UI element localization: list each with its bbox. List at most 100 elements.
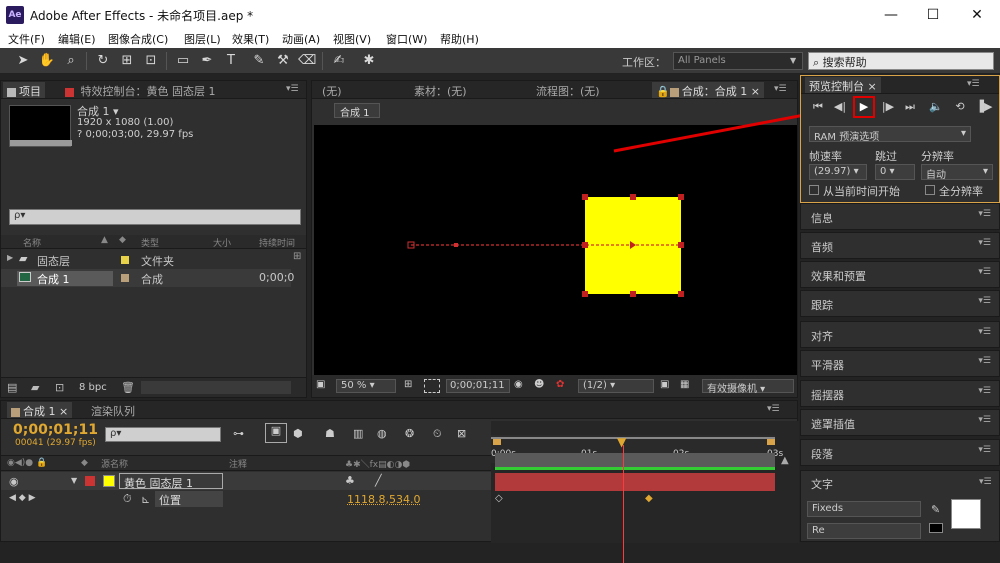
fast-previews-icon[interactable]: ▣	[660, 379, 669, 390]
tab-footage[interactable]: 素材：(无)	[410, 82, 471, 98]
camera-select[interactable]: 有效摄像机 ▾	[702, 379, 794, 393]
col-name[interactable]: 名称	[23, 236, 41, 249]
eraser-tool-icon[interactable]: ⌫	[298, 52, 316, 70]
panel-menu-icon[interactable]: ▾☰	[978, 327, 991, 337]
hide-shy-layers-icon[interactable]: ☗	[325, 427, 335, 440]
zoom-tool-icon[interactable]: ⌕	[62, 52, 80, 70]
menu-window[interactable]: 窗口(W)	[386, 31, 427, 47]
resolution-select[interactable]: (1/2) ▾	[578, 379, 654, 393]
text-tool-icon[interactable]: T	[222, 52, 240, 70]
quality-switch-icon[interactable]: ╱	[375, 474, 382, 487]
transparency-grid-icon[interactable]: ▦	[680, 379, 689, 390]
black-swatch[interactable]	[929, 523, 943, 533]
timeline-search-input[interactable]: ρ▾	[105, 427, 221, 442]
current-time-field[interactable]: 0;00;01;11	[446, 379, 510, 393]
transform-handle[interactable]	[678, 194, 684, 200]
col-duration[interactable]: 持续时间	[259, 236, 295, 249]
show-snapshot-icon[interactable]: ☻	[534, 379, 544, 390]
panel-menu-icon[interactable]: ▾☰	[978, 267, 991, 277]
audio-icon[interactable]: 🔈	[927, 98, 945, 116]
pan-behind-tool-icon[interactable]: ⊡	[142, 52, 160, 70]
info-panel[interactable]: 信息 ▾☰	[800, 203, 1000, 230]
project-search-input[interactable]: ρ▾	[9, 209, 301, 225]
mask-tool-icon[interactable]: ▭	[174, 52, 192, 70]
transform-handle[interactable]	[582, 291, 588, 297]
transform-handle[interactable]	[678, 242, 684, 248]
previous-frame-icon[interactable]: ◀|	[831, 98, 849, 116]
property-name[interactable]: 位置	[155, 491, 223, 507]
tab-effect-controls[interactable]: 特效控制台：黄色 固态层 1	[61, 82, 220, 98]
first-frame-icon[interactable]: ⏮	[809, 98, 827, 116]
current-time-indicator[interactable]	[623, 445, 624, 563]
panel-menu-icon[interactable]: ▾☰	[978, 238, 991, 248]
panel-menu-icon[interactable]: ▾☰	[978, 296, 991, 306]
fill-color-swatch[interactable]	[951, 499, 981, 529]
layer-duration-bar[interactable]	[495, 473, 775, 491]
menu-help[interactable]: 帮助(H)	[440, 31, 479, 47]
paragraph-panel[interactable]: 段落 ▾☰	[800, 439, 1000, 466]
loop-icon[interactable]: ⟲	[951, 98, 969, 116]
audio-panel[interactable]: 音频 ▾☰	[800, 232, 1000, 259]
panel-menu-icon[interactable]: ▾☰	[978, 415, 991, 425]
ram-preview-options-select[interactable]: RAM 预演选项 ▾	[809, 126, 971, 142]
live-update-icon[interactable]: ▣	[265, 423, 287, 443]
region-of-interest-icon[interactable]	[424, 379, 440, 393]
tab-render-queue[interactable]: 渲染队列	[87, 402, 139, 418]
tracker-panel[interactable]: 跟踪 ▾☰	[800, 290, 1000, 317]
search-help-field[interactable]: ⌕ 搜索帮助	[808, 52, 994, 70]
snapshot-icon[interactable]: ◉	[514, 379, 523, 390]
zoom-select[interactable]: 50 % ▾	[336, 379, 396, 393]
graph-editor-icon[interactable]: ⊠	[457, 427, 466, 440]
keyframe-marker[interactable]: ◆	[645, 493, 653, 504]
menu-edit[interactable]: 编辑(E)	[58, 31, 96, 47]
visibility-eye-icon[interactable]: ◉	[9, 475, 19, 488]
col-size[interactable]: 大小	[213, 236, 231, 249]
brush-tool-icon[interactable]: ✎	[250, 52, 268, 70]
bit-depth[interactable]: 8 bpc	[79, 382, 107, 393]
selection-tool-icon[interactable]: ➤	[14, 52, 32, 70]
panel-menu-icon[interactable]: ▾☰	[286, 84, 299, 94]
col-comment[interactable]: 注释	[229, 457, 247, 470]
from-current-checkbox[interactable]	[809, 185, 819, 195]
panel-menu-icon[interactable]: ▾☰	[967, 79, 980, 89]
play-button-icon[interactable]: ▶	[853, 96, 875, 118]
panel-menu-icon[interactable]: ▾☰	[978, 356, 991, 366]
close-button[interactable]: ✕	[966, 4, 988, 26]
transform-handle[interactable]	[630, 194, 636, 200]
eyedropper-icon[interactable]: ✎	[931, 503, 940, 516]
interpret-footage-icon[interactable]: ▤	[7, 381, 17, 394]
workspace-select[interactable]: All Panels	[673, 52, 803, 70]
scroll-up-icon[interactable]: ▲	[781, 455, 789, 466]
tab-project[interactable]: 项目	[3, 82, 45, 98]
panel-menu-icon[interactable]: ▾☰	[774, 84, 787, 94]
comp-breadcrumb[interactable]: 合成 1	[334, 103, 380, 118]
playhead-handle-icon[interactable]: ▼	[617, 435, 626, 449]
comp-mini-flowchart-icon[interactable]: ⊶	[233, 427, 244, 440]
motion-blur-icon[interactable]: ◍	[377, 427, 387, 440]
full-res-checkbox[interactable]	[925, 185, 935, 195]
panel-menu-icon[interactable]: ▾☰	[979, 477, 992, 487]
last-frame-icon[interactable]: ⏭	[901, 98, 919, 116]
skip-select[interactable]: 0 ▾	[875, 164, 915, 180]
position-property-row[interactable]: ◀ ◆ ▶ ⏱ ⊾ 位置 1118.8,534.0	[1, 490, 491, 508]
expand-arrow-icon[interactable]: ▼	[71, 476, 77, 485]
stopwatch-icon[interactable]: ⏱	[123, 492, 132, 506]
roto-brush-tool-icon[interactable]: ✍	[330, 52, 348, 70]
panel-menu-icon[interactable]: ▾☰	[767, 404, 780, 414]
menu-effect[interactable]: 效果(T)	[232, 31, 269, 47]
transform-handle[interactable]	[582, 194, 588, 200]
position-value[interactable]: 1118.8,534.0	[347, 493, 420, 506]
menu-composition[interactable]: 图像合成(C)	[108, 31, 168, 47]
clone-stamp-tool-icon[interactable]: ⚒	[274, 52, 292, 70]
project-scrollbar[interactable]	[141, 381, 291, 394]
wiggler-panel[interactable]: 摇摆器 ▾☰	[800, 380, 1000, 407]
graph-icon[interactable]: ⊾	[141, 493, 150, 506]
shy-switch-icon[interactable]: ♣	[345, 474, 355, 487]
navigator-bar[interactable]	[491, 437, 775, 439]
col-source-name[interactable]: 源名称	[101, 457, 128, 470]
timeline-graph-area[interactable]: 0:00s 01s 02s 03s ◇ ◆ ▼ ▲	[491, 421, 799, 543]
layer-name[interactable]: 黄色 固态层 1	[119, 473, 223, 489]
effects-presets-panel[interactable]: 效果和预置 ▾☰	[800, 261, 1000, 288]
panel-menu-icon[interactable]: ▾☰	[978, 386, 991, 396]
minimize-button[interactable]: —	[880, 4, 902, 26]
